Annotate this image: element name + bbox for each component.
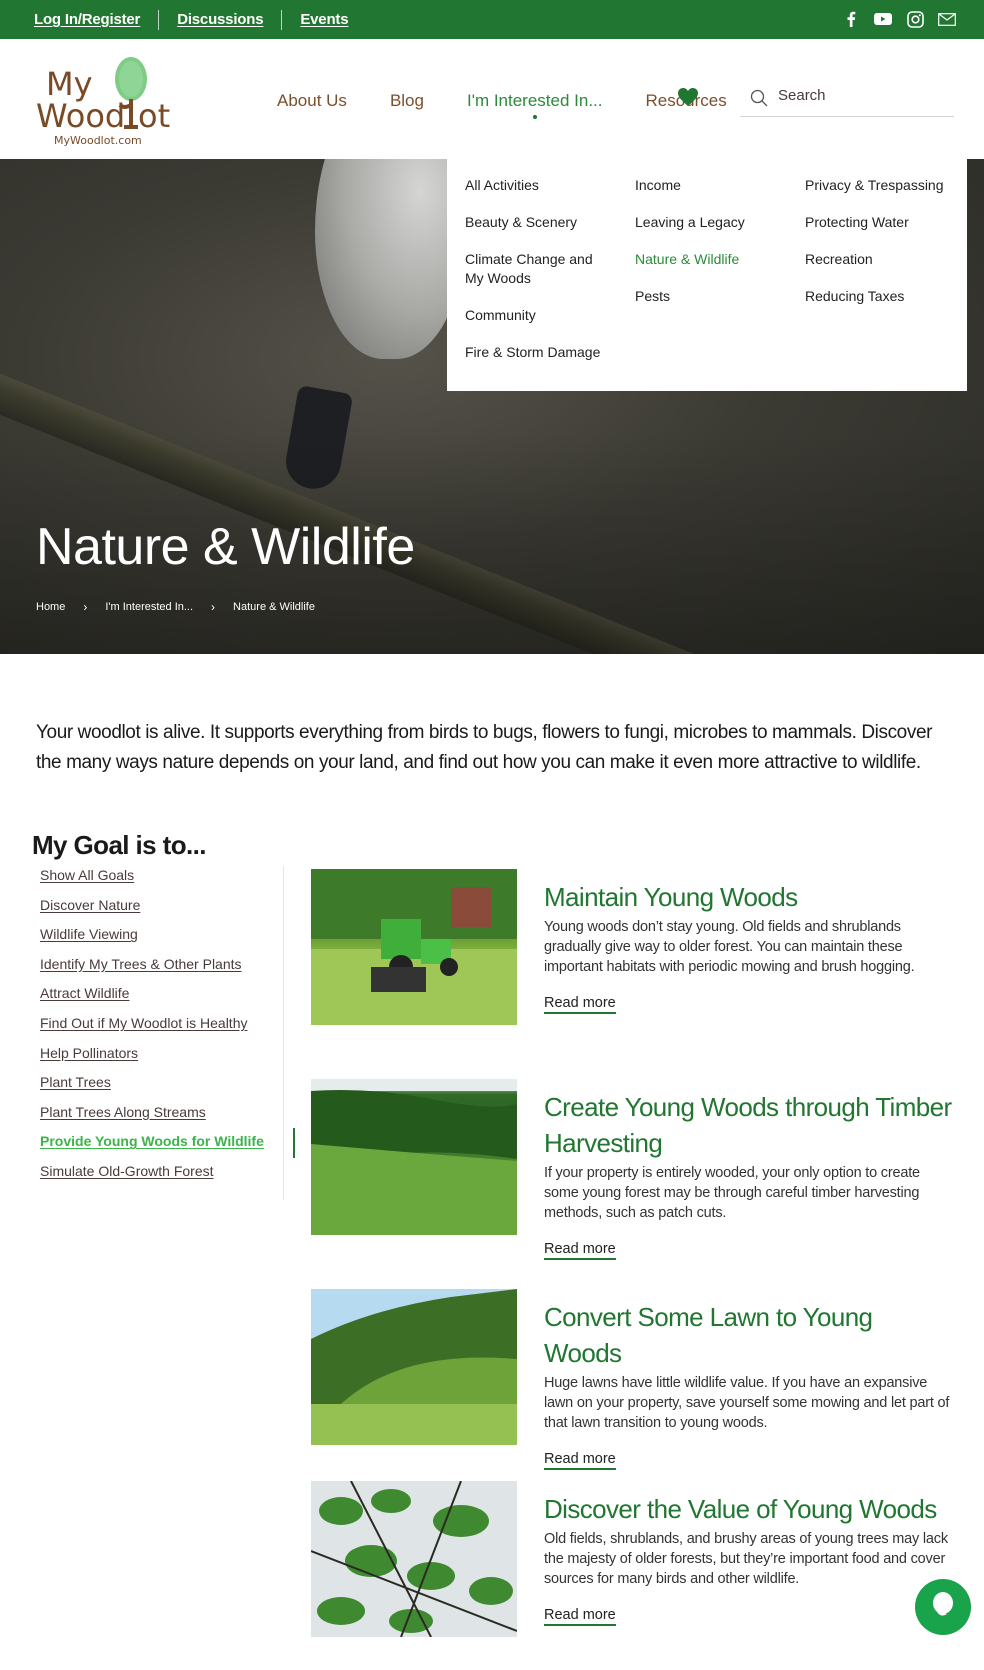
goals-list: Show All Goals Discover Nature Wildlife … <box>40 866 295 1200</box>
dropdown-item-reducing-taxes[interactable]: Reducing Taxes <box>805 287 955 306</box>
article-card: Maintain Young Woods Young woods don’t s… <box>311 869 951 1029</box>
goal-link[interactable]: Plant Trees Along Streams <box>40 1103 283 1121</box>
dropdown-item-nature-wildlife[interactable]: Nature & Wildlife <box>635 250 785 269</box>
card-description: Old fields, shrublands, and brushy areas… <box>544 1531 948 1587</box>
goal-link-active[interactable]: Provide Young Woods for Wildlife <box>40 1128 295 1159</box>
top-bar: Log In/Register Discussions Events <box>0 0 984 39</box>
goal-link[interactable]: Plant Trees <box>40 1073 283 1091</box>
site-header: My Wood ot MyWoodlot.com About Us Blog I… <box>0 39 984 159</box>
nav-interested-in[interactable]: I'm Interested In... <box>467 91 603 111</box>
dropdown-item-leaving-legacy[interactable]: Leaving a Legacy <box>635 213 785 232</box>
chat-button[interactable] <box>915 1579 971 1635</box>
utility-links: Log In/Register Discussions Events <box>34 0 349 39</box>
chevron-right-icon: › <box>211 600 216 614</box>
login-register-link[interactable]: Log In/Register <box>34 11 140 28</box>
facebook-icon[interactable] <box>842 10 860 28</box>
dropdown-column-2: Income Leaving a Legacy Nature & Wildlif… <box>635 176 785 324</box>
goals-heading: My Goal is to... <box>32 830 206 860</box>
dropdown-column-3: Privacy & Trespassing Protecting Water R… <box>805 176 965 324</box>
article-card: Discover the Value of Young Woods Old fi… <box>311 1481 951 1641</box>
card-image[interactable] <box>311 1289 517 1445</box>
page-title: Nature & Wildlife <box>36 518 415 576</box>
heart-icon <box>677 87 699 107</box>
card-title[interactable]: Convert Some Lawn to Young Woods <box>544 1299 954 1371</box>
goal-link[interactable]: Help Pollinators <box>40 1044 283 1062</box>
events-link[interactable]: Events <box>300 11 348 28</box>
card-image[interactable] <box>311 1079 517 1235</box>
youtube-icon[interactable] <box>874 10 892 28</box>
divider <box>281 9 283 30</box>
card-description: Young woods don’t stay young. Old fields… <box>544 919 915 975</box>
site-logo[interactable]: My Wood ot MyWoodlot.com <box>34 49 174 149</box>
card-image[interactable] <box>311 1481 517 1637</box>
svg-text:Wood: Wood <box>36 97 125 135</box>
dropdown-item-protecting-water[interactable]: Protecting Water <box>805 213 955 232</box>
search-icon[interactable] <box>750 89 768 112</box>
nav-blog[interactable]: Blog <box>390 91 424 111</box>
dropdown-item-climate-change[interactable]: Climate Change and My Woods <box>465 250 615 288</box>
dropdown-item-all-activities[interactable]: All Activities <box>465 176 615 195</box>
discussions-link[interactable]: Discussions <box>177 11 263 28</box>
chat-bubble-icon <box>931 1591 955 1624</box>
read-more-link[interactable]: Read more <box>544 1451 616 1470</box>
breadcrumb-current: Nature & Wildlife <box>233 601 315 613</box>
mail-icon[interactable] <box>938 10 956 28</box>
goal-link[interactable]: Find Out if My Woodlot is Healthy <box>40 1014 283 1032</box>
breadcrumb-home[interactable]: Home <box>36 601 65 613</box>
breadcrumb-interested-in[interactable]: I'm Interested In... <box>105 601 193 613</box>
svg-text:MyWoodlot.com: MyWoodlot.com <box>54 134 142 147</box>
dropdown-column-1: All Activities Beauty & Scenery Climate … <box>465 176 635 380</box>
search-box <box>740 79 954 117</box>
goal-link[interactable]: Wildlife Viewing <box>40 925 283 943</box>
article-card: Create Young Woods through Timber Harves… <box>311 1079 954 1260</box>
goal-link[interactable]: Show All Goals <box>40 866 283 884</box>
card-description: Huge lawns have little wildlife value. I… <box>544 1375 950 1431</box>
goal-link[interactable]: Discover Nature <box>40 896 283 914</box>
breadcrumb: Home › I'm Interested In... › Nature & W… <box>36 600 315 614</box>
card-title[interactable]: Maintain Young Woods <box>544 879 954 915</box>
svg-text:ot: ot <box>138 97 170 135</box>
card-title[interactable]: Create Young Woods through Timber Harves… <box>544 1089 954 1161</box>
social-links <box>842 10 956 28</box>
article-card: Convert Some Lawn to Young Woods Huge la… <box>311 1289 954 1470</box>
dropdown-item-pests[interactable]: Pests <box>635 287 785 306</box>
dropdown-item-community[interactable]: Community <box>465 306 615 325</box>
card-description: If your property is entirely wooded, you… <box>544 1165 920 1221</box>
chevron-right-icon: › <box>83 600 88 614</box>
instagram-icon[interactable] <box>906 10 924 28</box>
read-more-link[interactable]: Read more <box>544 1607 616 1626</box>
read-more-link[interactable]: Read more <box>544 1241 616 1260</box>
card-image[interactable] <box>311 869 517 1025</box>
goal-link[interactable]: Identify My Trees & Other Plants <box>40 955 283 973</box>
dropdown-item-privacy[interactable]: Privacy & Trespassing <box>805 176 965 195</box>
card-title[interactable]: Discover the Value of Young Woods <box>544 1491 954 1527</box>
dropdown-item-recreation[interactable]: Recreation <box>805 250 955 269</box>
search-input[interactable] <box>778 87 948 104</box>
goal-link[interactable]: Simulate Old-Growth Forest <box>40 1162 283 1180</box>
nav-about-us[interactable]: About Us <box>277 91 347 111</box>
divider <box>158 9 160 30</box>
dropdown-item-income[interactable]: Income <box>635 176 785 195</box>
read-more-link[interactable]: Read more <box>544 995 616 1014</box>
dropdown-item-fire-storm[interactable]: Fire & Storm Damage <box>465 343 635 362</box>
interested-in-dropdown: All Activities Beauty & Scenery Climate … <box>447 159 967 391</box>
intro-text: Your woodlot is alive. It supports every… <box>36 722 933 773</box>
goal-link[interactable]: Attract Wildlife <box>40 984 283 1002</box>
dropdown-item-beauty-scenery[interactable]: Beauty & Scenery <box>465 213 615 232</box>
